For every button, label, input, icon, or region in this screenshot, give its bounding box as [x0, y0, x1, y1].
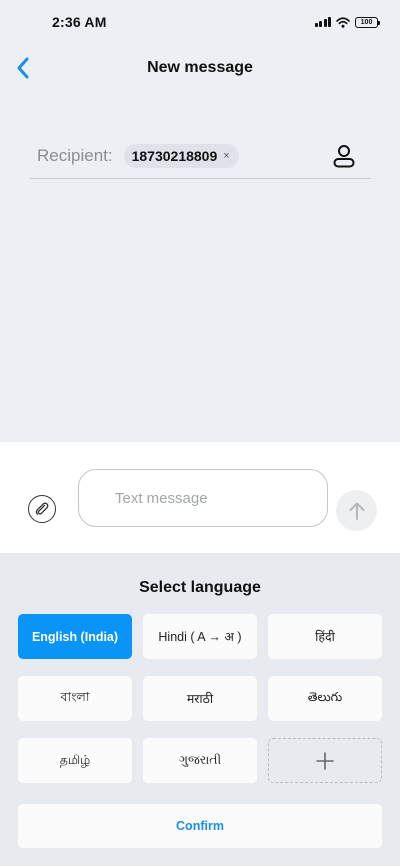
status-icons: 100: [314, 16, 380, 28]
arrow-up-icon: [349, 502, 364, 520]
wifi-icon: [336, 16, 350, 28]
recipient-row[interactable]: Recipient: 18730218809 ×: [30, 134, 371, 179]
recipient-chip-number: 18730218809: [131, 148, 218, 164]
recipient-chip[interactable]: 18730218809 ×: [123, 144, 239, 168]
signal-icon: [314, 17, 331, 27]
remove-recipient-icon[interactable]: ×: [223, 150, 229, 162]
nav-bar: New message: [0, 44, 400, 92]
add-contact-button[interactable]: [331, 143, 357, 169]
battery-icon: 100: [355, 16, 380, 28]
language-option-gujarati[interactable]: ગુજરાતી: [143, 738, 257, 783]
confirm-button[interactable]: Confirm: [18, 804, 382, 848]
language-option-telugu[interactable]: తెలుగు: [268, 676, 382, 721]
language-panel: Select language English (India) Hindi ( …: [0, 553, 400, 866]
language-option-bangla[interactable]: বাংলা: [18, 676, 132, 721]
chevron-left-icon: [17, 57, 29, 79]
battery-level: 100: [360, 18, 373, 26]
attach-button[interactable]: [28, 495, 56, 523]
language-option-hindi-transliteration[interactable]: Hindi ( A → अ ): [143, 614, 257, 659]
back-button[interactable]: [10, 52, 36, 84]
language-option-hindi[interactable]: हिंदी: [268, 614, 382, 659]
page-title: New message: [147, 59, 253, 76]
person-icon: [333, 145, 355, 168]
recipient-label: Recipient:: [37, 146, 113, 165]
compose-area: [0, 442, 400, 553]
language-option-marathi[interactable]: मराठी: [143, 676, 257, 721]
status-bar: 2:36 AM 100: [0, 0, 400, 44]
status-time: 2:36 AM: [52, 14, 107, 30]
language-panel-title: Select language: [139, 579, 261, 596]
add-language-button[interactable]: [268, 738, 382, 783]
paperclip-icon: [35, 502, 49, 515]
plus-icon: [316, 751, 334, 770]
send-button[interactable]: [336, 490, 377, 531]
language-option-english-india[interactable]: English (India): [18, 614, 132, 659]
language-option-tamil[interactable]: தமிழ்: [18, 738, 132, 783]
message-input[interactable]: [78, 469, 328, 527]
